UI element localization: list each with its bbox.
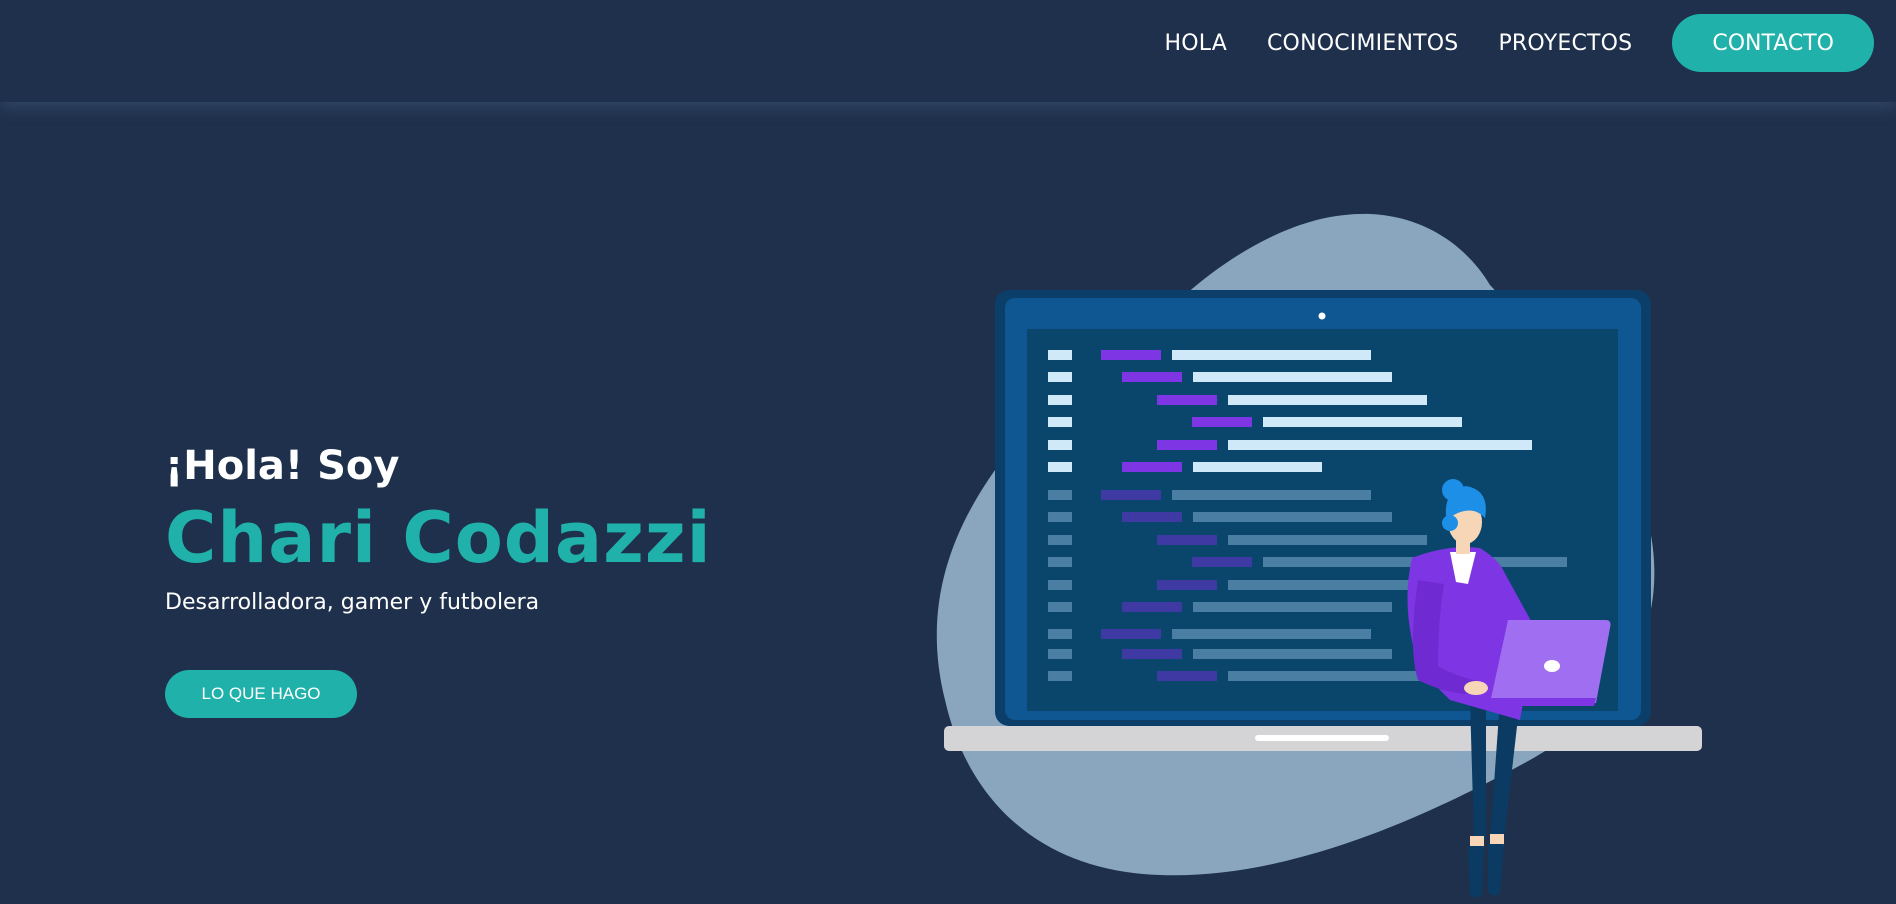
developer-illustration (936, 213, 1702, 898)
navbar: HOLA CONOCIMIENTOS PROYECTOS CONTACTO (0, 0, 1896, 102)
hero-name: Chari Codazzi (165, 497, 712, 579)
nav-link-proyectos[interactable]: PROYECTOS (1498, 31, 1632, 56)
what-i-do-button[interactable]: LO QUE HAGO (165, 670, 357, 718)
nav-link-hola[interactable]: HOLA (1165, 31, 1227, 56)
nav-link-conocimientos[interactable]: CONOCIMIENTOS (1267, 31, 1458, 56)
hero-tagline: Desarrolladora, gamer y futbolera (165, 590, 540, 615)
hero-greeting: ¡Hola! Soy (165, 443, 400, 489)
contact-button[interactable]: CONTACTO (1672, 14, 1874, 72)
hero-section: ¡Hola! Soy Chari Codazzi Desarrolladora,… (165, 440, 925, 718)
nav-links: HOLA CONOCIMIENTOS PROYECTOS CONTACTO (1125, 14, 1874, 72)
